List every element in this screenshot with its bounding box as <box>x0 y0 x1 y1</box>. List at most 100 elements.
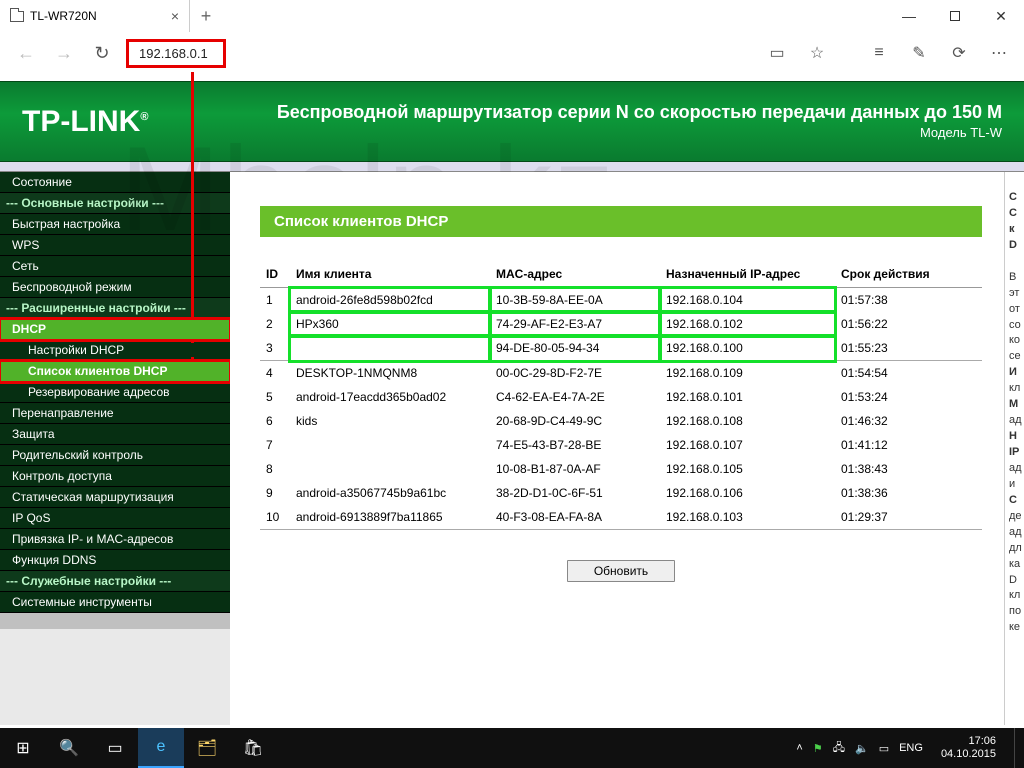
window-tabbar: TL-WR720N × + — ✕ <box>0 0 1024 32</box>
show-desktop[interactable] <box>1014 728 1020 768</box>
cell-name <box>290 457 490 481</box>
tray-clock[interactable]: 17:0604.10.2015 <box>933 735 1004 760</box>
col-lease: Срок действия <box>835 261 982 288</box>
reading-view-icon[interactable]: ▭ <box>760 36 794 70</box>
browser-toolbar: ← → ↻ 192.168.0.1 ▭ ☆ ≡ ✎ ⟳ ⋯ <box>0 32 1024 74</box>
store-icon[interactable]: 🛍 <box>230 728 276 768</box>
cell-name: android-17eacdd365b0ad02 <box>290 385 490 409</box>
table-row: 1android-26fe8d598b02fcd10-3B-59-8A-EE-0… <box>260 288 982 313</box>
back-button[interactable]: ← <box>8 35 44 71</box>
sidebar-item-wps[interactable]: WPS <box>0 235 230 256</box>
cell-mac: 10-3B-59-8A-EE-0A <box>490 288 660 313</box>
tray-notify-icon[interactable]: ▭ <box>879 742 889 755</box>
tray-chevron-icon[interactable]: ˄ <box>796 742 802 754</box>
minimize-button[interactable]: — <box>886 0 932 32</box>
tab-close-icon[interactable]: × <box>171 8 179 24</box>
sidebar-item-wlan[interactable]: Беспроводной режим <box>0 277 230 298</box>
cell-ip: 192.168.0.106 <box>660 481 835 505</box>
content-area: Состояние --- Основные настройки --- Быс… <box>0 172 1024 725</box>
sidebar-item-forward[interactable]: Перенаправление <box>0 403 230 424</box>
cell-ip: 192.168.0.100 <box>660 336 835 361</box>
col-id: ID <box>260 261 290 288</box>
cell-ip: 192.168.0.101 <box>660 385 835 409</box>
help-panel: ССкD Вэтотсокосе ИклМадНIPади СдеаддлкаD… <box>1004 172 1024 725</box>
cell-lease: 01:29:37 <box>835 505 982 530</box>
start-button[interactable]: ⊞ <box>0 728 46 768</box>
table-row: 6kids20-68-9D-C4-49-9C192.168.0.10801:46… <box>260 409 982 433</box>
sidebar-item-binding[interactable]: Привязка IP- и MAC-адресов <box>0 529 230 550</box>
explorer-icon[interactable]: 🗂 <box>184 728 230 768</box>
forward-button[interactable]: → <box>46 35 82 71</box>
hub-icon[interactable]: ≡ <box>862 36 896 70</box>
cell-mac: 40-F3-08-EA-FA-8A <box>490 505 660 530</box>
cell-lease: 01:41:12 <box>835 433 982 457</box>
cell-name: android-6913889f7ba11865 <box>290 505 490 530</box>
sidebar-item-systools[interactable]: Системные инструменты <box>0 592 230 613</box>
table-row: 8 10-08-B1-87-0A-AF192.168.0.10501:38:43 <box>260 457 982 481</box>
taskbar: ⊞ 🔍 ▭ e 🗂 🛍 ˄ ⚑ 🖧 🔈 ▭ ENG 17:0604.10.201… <box>0 728 1024 768</box>
refresh-clients-button[interactable]: Обновить <box>567 560 675 582</box>
router-banner: TP-LINK® Беспроводной маршрутизатор сери… <box>0 81 1024 162</box>
cell-mac: 94-DE-80-05-94-34 <box>490 336 660 361</box>
cell-mac: 74-29-AF-E2-E3-A7 <box>490 312 660 336</box>
table-row: 10android-6913889f7ba1186540-F3-08-EA-FA… <box>260 505 982 530</box>
refresh-button[interactable]: ↻ <box>84 35 120 71</box>
sidebar-item-access[interactable]: Контроль доступа <box>0 466 230 487</box>
search-icon[interactable]: 🔍 <box>46 728 92 768</box>
cell-lease: 01:54:54 <box>835 361 982 386</box>
cell-mac: 00-0C-29-8D-F2-7E <box>490 361 660 386</box>
taskview-icon[interactable]: ▭ <box>92 728 138 768</box>
cell-lease: 01:57:38 <box>835 288 982 313</box>
cell-name: android-26fe8d598b02fcd <box>290 288 490 313</box>
sidebar-item-ddns[interactable]: Функция DDNS <box>0 550 230 571</box>
tray-lang[interactable]: ENG <box>899 742 923 754</box>
table-row: 3 94-DE-80-05-94-34192.168.0.10001:55:23 <box>260 336 982 361</box>
page-title: Список клиентов DHCP <box>260 206 982 237</box>
favorite-icon[interactable]: ☆ <box>800 36 834 70</box>
sidebar-item-dhcp-clients[interactable]: Список клиентов DHCP <box>0 361 230 382</box>
cell-name: DESKTOP-1NMQNM8 <box>290 361 490 386</box>
cell-name: android-a35067745b9a61bc <box>290 481 490 505</box>
browser-tab[interactable]: TL-WR720N × <box>0 0 190 32</box>
webnote-icon[interactable]: ✎ <box>902 36 936 70</box>
cell-lease: 01:46:32 <box>835 409 982 433</box>
sidebar-item-route[interactable]: Статическая маршрутизация <box>0 487 230 508</box>
cell-id: 7 <box>260 433 290 457</box>
edge-icon[interactable]: e <box>138 728 184 768</box>
cell-ip: 192.168.0.102 <box>660 312 835 336</box>
cell-mac: 74-E5-43-B7-28-BE <box>490 433 660 457</box>
more-icon[interactable]: ⋯ <box>982 36 1016 70</box>
sidebar-item-qos[interactable]: IP QoS <box>0 508 230 529</box>
cell-lease: 01:53:24 <box>835 385 982 409</box>
cell-name <box>290 336 490 361</box>
nav-menu: Состояние --- Основные настройки --- Быс… <box>0 172 230 613</box>
sidebar-scrollbar[interactable] <box>0 613 230 725</box>
sidebar-item-quick[interactable]: Быстрая настройка <box>0 214 230 235</box>
sidebar-section-advanced: --- Расширенные настройки --- <box>0 298 230 319</box>
sidebar-item-dhcp-settings[interactable]: Настройки DHCP <box>0 340 230 361</box>
sidebar-item-security[interactable]: Защита <box>0 424 230 445</box>
system-tray: ˄ ⚑ 🖧 🔈 ▭ ENG 17:0604.10.2015 <box>796 728 1024 768</box>
maximize-button[interactable] <box>932 0 978 32</box>
brand-logo: TP-LINK® <box>22 105 148 139</box>
sidebar-item-status[interactable]: Состояние <box>0 172 230 193</box>
clients-table: ID Имя клиента MAC-адрес Назначенный IP-… <box>260 261 982 530</box>
cell-mac: 20-68-9D-C4-49-9C <box>490 409 660 433</box>
share-icon[interactable]: ⟳ <box>942 36 976 70</box>
tray-volume-icon[interactable]: 🔈 <box>855 742 869 755</box>
tray-network-icon[interactable]: 🖧 <box>833 739 845 758</box>
cell-id: 2 <box>260 312 290 336</box>
address-bar[interactable]: 192.168.0.1 <box>126 39 226 68</box>
sidebar-item-parent[interactable]: Родительский контроль <box>0 445 230 466</box>
close-button[interactable]: ✕ <box>978 0 1024 32</box>
tray-flag-icon[interactable]: ⚑ <box>813 742 823 755</box>
new-tab-button[interactable]: + <box>190 1 222 31</box>
divider <box>0 162 1024 172</box>
banner-title: Беспроводной маршрутизатор серии N со ск… <box>277 101 1002 124</box>
cell-lease: 01:55:23 <box>835 336 982 361</box>
cell-id: 8 <box>260 457 290 481</box>
col-name: Имя клиента <box>290 261 490 288</box>
table-row: 7 74-E5-43-B7-28-BE192.168.0.10701:41:12 <box>260 433 982 457</box>
sidebar-item-net[interactable]: Сеть <box>0 256 230 277</box>
sidebar-item-dhcp[interactable]: DHCP <box>0 319 230 340</box>
